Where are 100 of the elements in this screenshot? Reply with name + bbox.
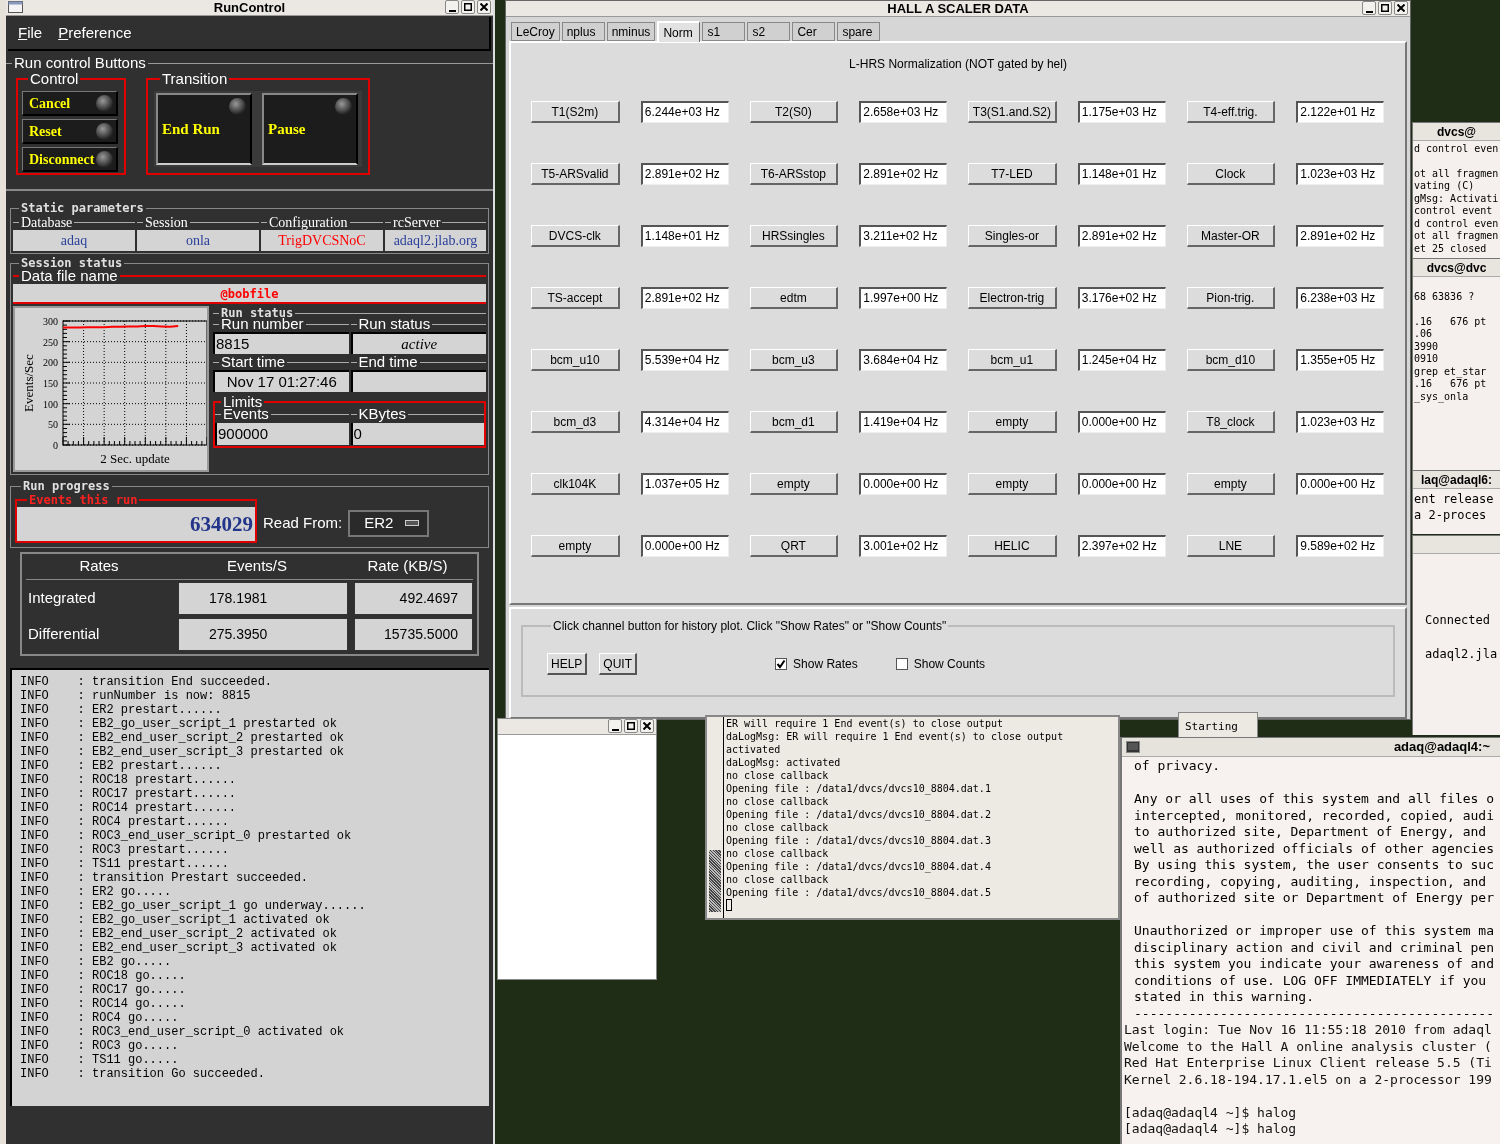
log-line: INFO : ER2 prestart...... [20, 703, 222, 717]
terminal-line: .16 676 pt [1414, 378, 1487, 391]
close-button[interactable] [1394, 1, 1408, 15]
row-label: Differential [27, 623, 101, 644]
tab[interactable]: nminus [606, 22, 656, 41]
tab[interactable]: LeCroy [511, 22, 560, 41]
channel-button[interactable]: QRT [749, 535, 839, 557]
channel-button[interactable]: clk104K [531, 473, 620, 495]
channel-button[interactable]: empty [1186, 473, 1276, 495]
events-limit-field[interactable]: 900000 [215, 423, 349, 446]
channel-button[interactable]: bcm_u1 [968, 349, 1057, 371]
rate-readout: 0.000e+00 Hz [1077, 411, 1166, 433]
field-label: End time [357, 354, 419, 370]
checkbox-label[interactable]: Show Rates [793, 655, 858, 673]
field-label: Session [144, 215, 189, 230]
channel-button[interactable]: bcm_u3 [749, 349, 839, 371]
channel-button[interactable]: Pion-trig. [1186, 287, 1276, 309]
terminal-line: to authorized site, Department of Energy, and [1133, 824, 1488, 841]
close-button[interactable] [640, 719, 654, 733]
section-label: Run progress [22, 479, 111, 493]
window-title: dvcs@ [1436, 123, 1477, 141]
tab[interactable]: s1 [702, 22, 746, 41]
transition-button[interactable]: End Run [156, 93, 252, 165]
terminal-line: Last login: Tue Nov 16 11:55:18 2010 from adaql [1123, 1022, 1493, 1039]
channel-button[interactable]: TS-accept [531, 287, 620, 309]
tick-label: 150 [43, 378, 58, 389]
terminal-line: Opening file : /data1/dvcs/dvcs10_8804.dat.4 [726, 860, 991, 873]
channel-button[interactable]: bcm_d3 [531, 411, 620, 433]
tab[interactable]: spare [837, 22, 881, 41]
rate-readout: 2.122e+01 Hz [1296, 101, 1384, 123]
transition-button[interactable]: Pause [262, 93, 358, 165]
log-line: INFO : ROC14 prestart...... [20, 801, 237, 815]
panel-title: L-HRS Normalization (NOT gated by hel) [849, 56, 1067, 73]
kbytes-limit-field[interactable]: 0 [350, 423, 484, 446]
channel-button[interactable]: T6-ARSstop [749, 163, 839, 185]
channel-button[interactable]: T8_clock [1186, 411, 1276, 433]
channel-button[interactable]: bcm_d1 [749, 411, 839, 433]
terminal-line: grep et_star [1414, 365, 1487, 378]
menu-item[interactable]: Preference [58, 21, 132, 45]
terminal-line: adaql2.jla [1425, 646, 1498, 662]
run-number: 8815 [213, 332, 349, 354]
channel-button[interactable]: empty [968, 473, 1057, 495]
terminal-line: gMsg: Activati [1414, 192, 1499, 205]
rate-readout: 3.176e+02 Hz [1077, 287, 1166, 309]
checkbox-label[interactable]: Show Counts [913, 655, 986, 673]
checkbox[interactable] [775, 658, 788, 670]
maximize-button[interactable] [624, 719, 638, 733]
panel-button[interactable]: QUIT [599, 653, 638, 675]
channel-button[interactable]: T1(S2m) [531, 101, 620, 123]
channel-button[interactable]: empty [749, 473, 839, 495]
lamp-icon [335, 98, 352, 115]
terminal-line: ot all fragmen [1414, 167, 1499, 180]
channel-button[interactable]: T3(S1.and.S2) [968, 101, 1057, 123]
minimize-button[interactable] [445, 0, 459, 14]
tab[interactable]: Cer [792, 22, 836, 41]
channel-button[interactable]: Singles-or [968, 225, 1057, 247]
channel-button[interactable]: DVCS-clk [531, 225, 620, 247]
control-button[interactable]: Disconnect [22, 147, 118, 172]
terminal-line: Kernel 2.6.18-194.17.1.el5 on a 2-processor 199 [1123, 1071, 1493, 1088]
channel-button[interactable]: HELIC [968, 535, 1057, 557]
channel-button[interactable]: bcm_d10 [1186, 349, 1276, 371]
maximize-button[interactable] [461, 0, 475, 14]
scrollbar-thumb[interactable] [709, 850, 721, 912]
channel-button[interactable]: T4-eff.trig. [1186, 101, 1276, 123]
tab[interactable]: nplus [561, 22, 605, 41]
channel-button[interactable]: empty [531, 535, 620, 557]
section-label: Static parameters [20, 201, 145, 215]
maximize-button[interactable] [1378, 1, 1392, 15]
rate-readout: 1.997e+00 Hz [859, 287, 947, 309]
log-line: INFO : EB2_go_user_script_1 go underway...... [20, 899, 366, 913]
channel-button[interactable]: Electron-trig [968, 287, 1057, 309]
channel-button[interactable]: HRSsingles [749, 225, 839, 247]
log-line: INFO : EB2_go_user_script_1 prestarted ok [20, 717, 337, 731]
rate-readout: 1.175e+03 Hz [1077, 101, 1166, 123]
channel-button[interactable]: LNE [1186, 535, 1276, 557]
control-button[interactable]: Cancel [22, 91, 118, 116]
rate-readout: 1.023e+03 Hz [1296, 411, 1384, 433]
minimize-button[interactable] [608, 719, 622, 733]
channel-button[interactable]: Master-OR [1186, 225, 1276, 247]
channel-button[interactable]: bcm_u10 [531, 349, 620, 371]
read-from-dropdown[interactable]: ER2 [348, 509, 430, 537]
terminal-line: 3990 [1414, 340, 1439, 353]
checkbox[interactable] [895, 658, 908, 670]
tab[interactable]: s2 [747, 22, 791, 41]
close-button[interactable] [477, 0, 491, 14]
channel-button[interactable]: T2(S0) [749, 101, 839, 123]
channel-button[interactable]: edtm [749, 287, 839, 309]
terminal-line: no close callback [726, 873, 829, 886]
channel-button[interactable]: empty [968, 411, 1057, 433]
terminal-line: of privacy. [1133, 758, 1222, 775]
tab[interactable]: Norm [657, 21, 701, 42]
panel-button[interactable]: HELP [547, 653, 588, 675]
field-value: adaq [13, 230, 135, 251]
channel-button[interactable]: T7-LED [968, 163, 1057, 185]
channel-button[interactable]: Clock [1186, 163, 1276, 185]
control-button[interactable]: Reset [22, 119, 118, 144]
field-label: KBytes [357, 406, 408, 422]
menu-item[interactable]: File [18, 21, 43, 45]
channel-button[interactable]: T5-ARSvalid [531, 163, 620, 185]
minimize-button[interactable] [1362, 1, 1376, 15]
